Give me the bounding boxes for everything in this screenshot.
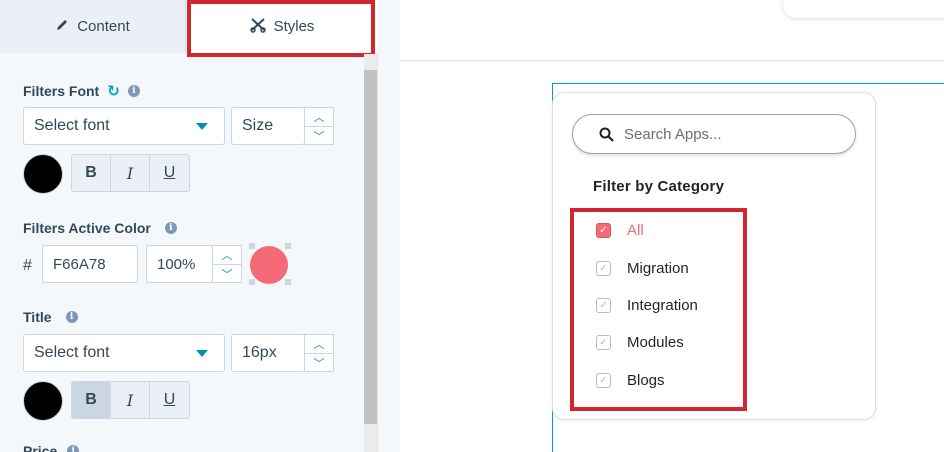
active-color-swatch[interactable] — [249, 243, 291, 285]
chevron-up-icon[interactable]: ︿ — [305, 335, 333, 353]
search-input[interactable]: Search Apps... — [572, 114, 856, 154]
hex-color-value: F66A78 — [53, 255, 106, 273]
title-font-size-input[interactable]: 16px — [231, 334, 305, 372]
category-label: Migration — [627, 260, 689, 277]
opacity-stepper[interactable]: ︿ ﹀ — [212, 245, 242, 283]
opacity-value: 100% — [157, 255, 196, 273]
chevron-down-icon — [196, 350, 208, 357]
category-item-all[interactable]: ✓ All — [596, 222, 644, 239]
tab-content[interactable]: Content — [0, 0, 186, 53]
filters-font-value: Select font — [34, 117, 110, 134]
category-item-modules[interactable]: ✓ Modules — [596, 334, 684, 351]
filter-category-title: Filter by Category — [593, 178, 725, 195]
tab-styles-label: Styles — [273, 18, 315, 35]
title-font-format-group: B I U — [71, 381, 190, 419]
title-label: Title — [23, 309, 52, 325]
title-font-size-stepper[interactable]: ︿ ﹀ — [304, 334, 334, 372]
bold-button[interactable]: B — [72, 382, 111, 418]
filters-active-color-label: Filters Active Color — [23, 220, 151, 236]
hex-color-input[interactable]: F66A78 — [42, 245, 138, 283]
title-font-color-swatch[interactable] — [23, 381, 63, 421]
refresh-icon[interactable]: ↻ — [107, 82, 120, 100]
category-item-integration[interactable]: ✓ Integration — [596, 297, 698, 314]
scissors-icon — [249, 17, 266, 37]
search-icon — [599, 127, 614, 142]
underline-button[interactable]: U — [150, 382, 189, 418]
info-icon[interactable]: i — [67, 445, 80, 452]
selection-corner — [285, 243, 291, 249]
filters-font-format-group: B I U — [71, 154, 190, 192]
checkbox-icon[interactable]: ✓ — [596, 261, 611, 276]
editor-tabs: Content Styles — [0, 0, 378, 53]
bold-button[interactable]: B — [72, 155, 111, 191]
selection-corner — [285, 279, 291, 285]
checkbox-checked-icon[interactable]: ✓ — [596, 223, 611, 238]
category-label: All — [627, 222, 644, 239]
filters-font-size-value: Size — [242, 117, 274, 134]
filters-active-color-heading: Filters Active Color i — [23, 220, 177, 236]
filters-font-size-input[interactable]: Size — [231, 107, 305, 145]
chevron-up-icon[interactable]: ︿ — [213, 246, 241, 264]
title-font-size-value: 16px — [242, 344, 277, 361]
info-icon[interactable]: i — [127, 85, 140, 97]
style-editor-panel: Content Styles Filters Font ↻ i Select f… — [0, 0, 378, 452]
canvas-toolbar — [783, 0, 944, 18]
underline-button[interactable]: U — [150, 155, 189, 191]
scrollbar-thumb[interactable] — [364, 70, 377, 424]
selection-corner — [249, 243, 255, 249]
filters-font-color-swatch[interactable] — [23, 154, 63, 194]
chevron-down-icon[interactable]: ﹀ — [213, 264, 241, 282]
category-item-blogs[interactable]: ✓ Blogs — [596, 372, 665, 389]
price-heading: Price i — [23, 443, 80, 452]
chevron-down-icon[interactable]: ﹀ — [305, 126, 333, 144]
pencil-icon — [55, 18, 69, 36]
tab-styles[interactable]: Styles — [186, 0, 378, 53]
filter-card: Search Apps... Filter by Category ✓ All … — [552, 92, 876, 420]
filters-font-size-stepper[interactable]: ︿ ﹀ — [304, 107, 334, 145]
opacity-input[interactable]: 100% — [146, 245, 213, 283]
active-color-dot[interactable] — [250, 246, 288, 284]
checkbox-icon[interactable]: ✓ — [596, 298, 611, 313]
panel-scrollbar[interactable] — [364, 54, 377, 452]
category-item-migration[interactable]: ✓ Migration — [596, 260, 689, 277]
category-label: Blogs — [627, 372, 665, 389]
title-font-select[interactable]: Select font — [23, 334, 225, 372]
info-icon[interactable]: i — [164, 222, 177, 234]
tab-content-label: Content — [77, 18, 130, 35]
title-font-value: Select font — [34, 344, 110, 361]
category-label: Modules — [627, 334, 684, 351]
filters-font-heading: Filters Font ↻ i — [23, 82, 140, 100]
info-icon[interactable]: i — [65, 311, 78, 323]
selection-corner — [249, 279, 255, 285]
chevron-down-icon[interactable]: ﹀ — [305, 353, 333, 371]
filters-font-select[interactable]: Select font — [23, 107, 225, 145]
price-label: Price — [23, 443, 58, 452]
hex-hash-symbol: # — [23, 257, 32, 274]
chevron-up-icon[interactable]: ︿ — [305, 108, 333, 126]
search-placeholder: Search Apps... — [624, 126, 722, 143]
title-heading: Title i — [23, 309, 78, 325]
filters-font-label: Filters Font — [23, 83, 100, 99]
checkbox-icon[interactable]: ✓ — [596, 335, 611, 350]
checkbox-icon[interactable]: ✓ — [596, 373, 611, 388]
chevron-down-icon — [196, 123, 208, 130]
preview-canvas: Search Apps... Filter by Category ✓ All … — [378, 0, 944, 452]
italic-button[interactable]: I — [111, 382, 150, 418]
category-label: Integration — [627, 297, 698, 314]
italic-button[interactable]: I — [111, 155, 150, 191]
